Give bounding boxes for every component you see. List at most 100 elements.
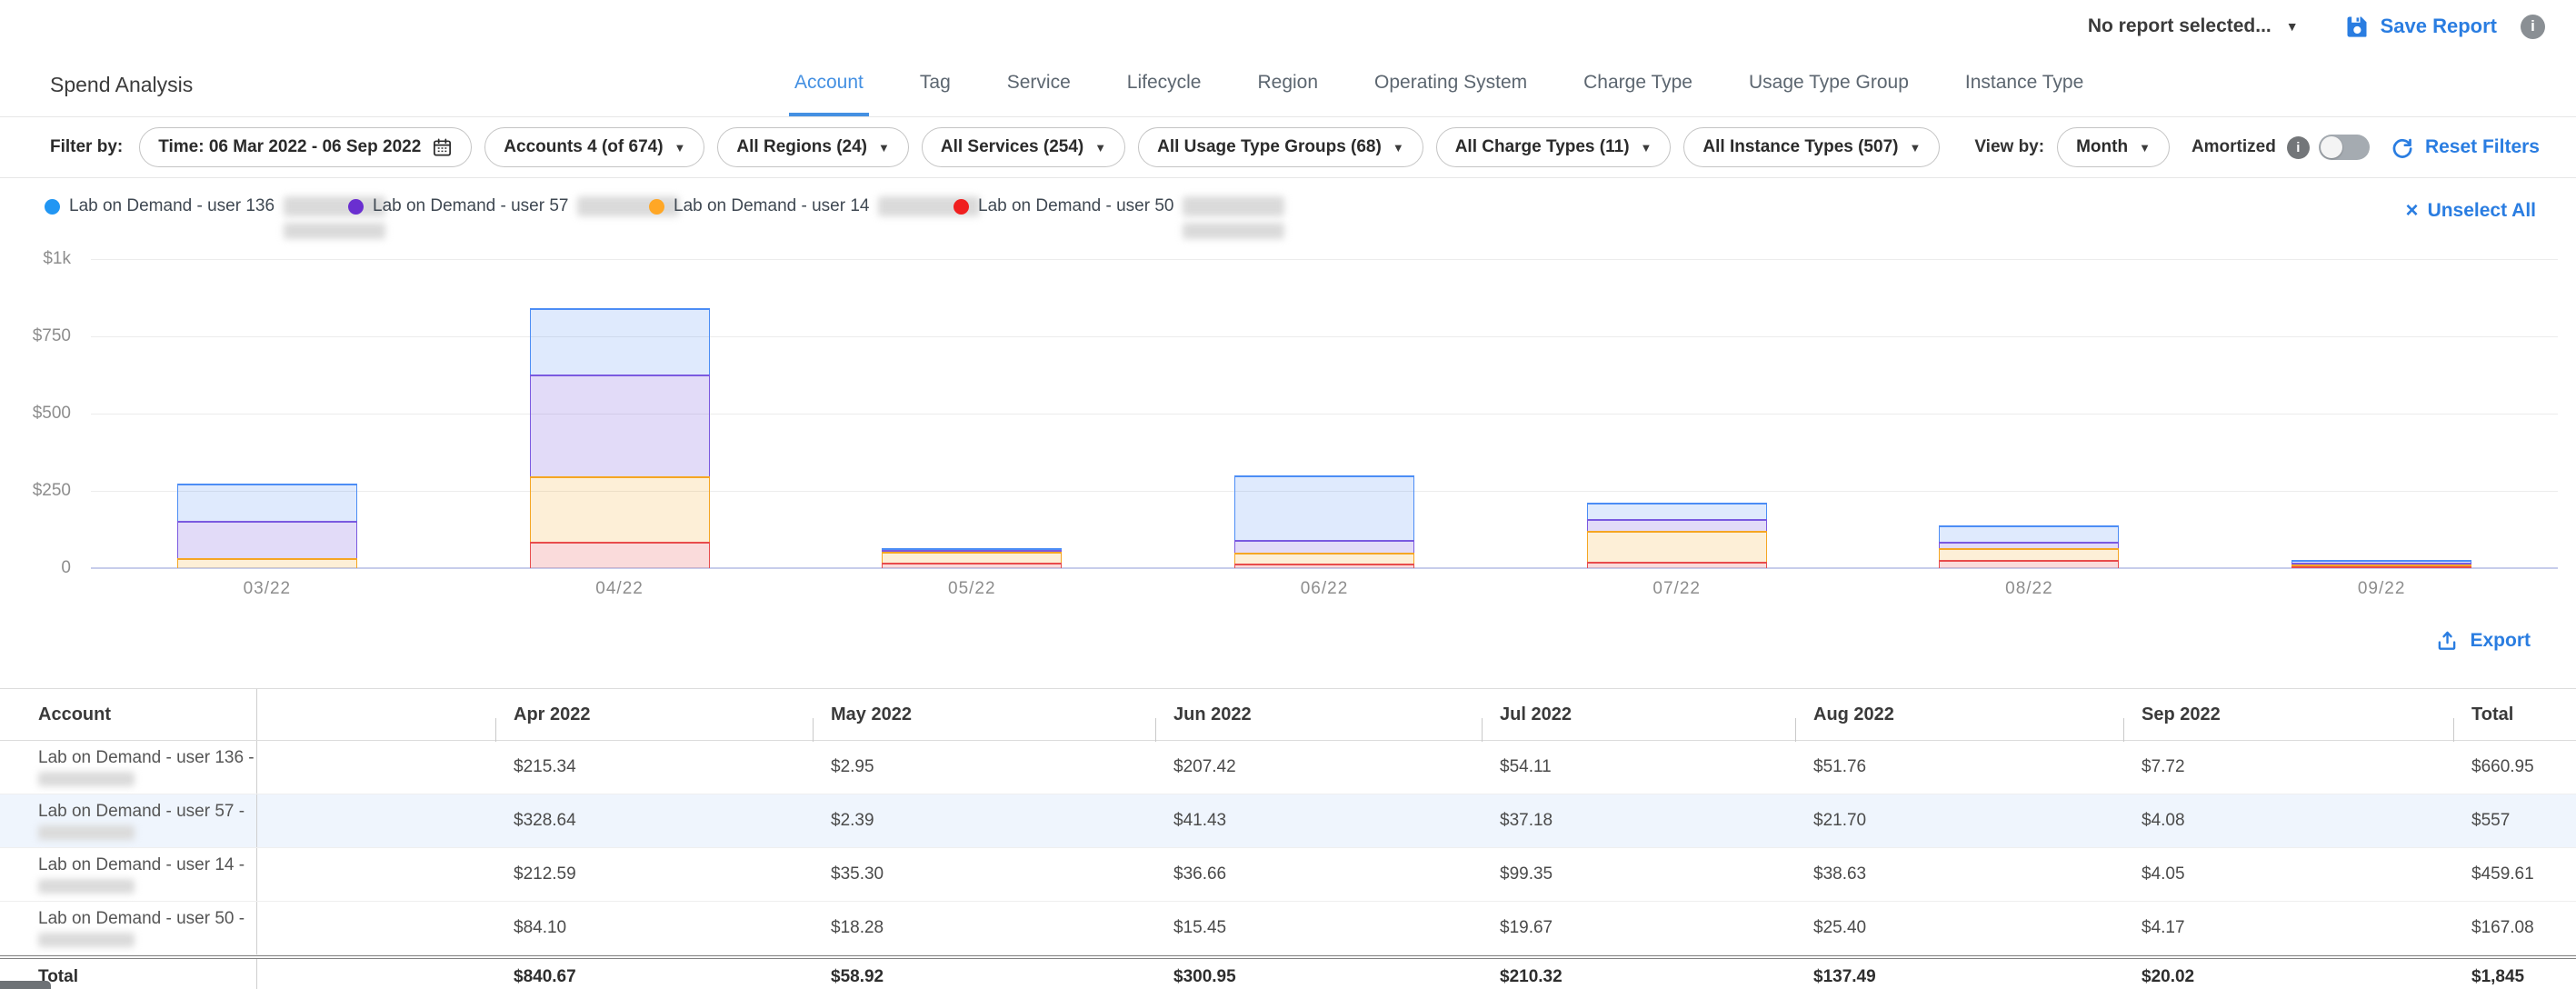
time-filter-value: Time: 06 Mar 2022 - 06 Sep 2022 <box>158 137 421 157</box>
bar-slot-03/22 <box>91 484 444 568</box>
legend-dot-icon <box>348 199 364 215</box>
filter-bar: Filter by: Time: 06 Mar 2022 - 06 Sep 20… <box>0 117 2576 178</box>
redacted-text <box>38 825 135 840</box>
row-total-cell: $167.08 <box>2453 918 2576 938</box>
stacked-bar-07/22[interactable] <box>1587 503 1767 568</box>
tab-charge-type[interactable]: Charge Type <box>1578 53 1698 116</box>
table-row: Lab on Demand - user 14 -$212.59$35.30$3… <box>0 848 2576 902</box>
chevron-down-icon: ▼ <box>2286 20 2299 33</box>
bar-slot-05/22 <box>795 548 1148 568</box>
bar-segment <box>1939 525 2119 542</box>
column-header-jun-2022: Jun 2022 <box>1155 704 1482 725</box>
filter-pill-all-instance-types-507-[interactable]: All Instance Types (507)▼ <box>1683 127 1940 167</box>
reset-filters-label: Reset Filters <box>2425 136 2540 158</box>
time-filter-pill[interactable]: Time: 06 Mar 2022 - 06 Sep 2022 <box>139 127 472 167</box>
account-cell: Lab on Demand - user 136 - <box>0 741 257 794</box>
value-cell: $15.45 <box>1155 918 1482 938</box>
stacked-bar-04/22[interactable] <box>530 308 710 568</box>
unselect-all-button[interactable]: × Unselect All <box>2406 200 2536 222</box>
filter-pill-all-charge-types-11-[interactable]: All Charge Types (11)▼ <box>1436 127 1672 167</box>
top-bar: No report selected... ▼ Save Report i <box>0 0 2576 53</box>
redacted-text <box>1183 196 1284 216</box>
bar-segment <box>1587 519 1767 531</box>
value-cell: $84.10 <box>495 918 813 938</box>
row-total-cell: $557 <box>2453 811 2576 831</box>
stacked-bar-08/22[interactable] <box>1939 525 2119 568</box>
x-axis-tick: 09/22 <box>2205 579 2558 599</box>
stacked-bar-06/22[interactable] <box>1234 475 1414 568</box>
legend-item-1[interactable]: Lab on Demand - user 136 <box>45 196 385 239</box>
bar-segment <box>882 552 1062 563</box>
tab-account[interactable]: Account <box>789 53 869 116</box>
save-report-button[interactable]: Save Report <box>2344 14 2497 39</box>
amortized-label: Amortized <box>2192 137 2276 157</box>
filter-pill-label: All Services (254) <box>941 137 1083 157</box>
report-selector-dropdown[interactable]: No report selected... ▼ <box>2088 15 2299 37</box>
bar-segment <box>177 484 357 521</box>
page-title: Spend Analysis <box>50 53 193 116</box>
filter-pill-all-usage-type-groups-68-[interactable]: All Usage Type Groups (68)▼ <box>1138 127 1423 167</box>
bar-segment <box>2291 566 2471 568</box>
account-name: Lab on Demand - user 14 - <box>38 855 256 875</box>
chevron-down-icon: ▼ <box>674 142 686 154</box>
toggle-knob <box>2321 136 2342 158</box>
tab-lifecycle[interactable]: Lifecycle <box>1122 53 1207 116</box>
value-cell: $4.08 <box>2123 811 2453 831</box>
filter-pill-all-services-254-[interactable]: All Services (254) ▼ <box>922 127 1125 167</box>
filter-pill-all-regions-24-[interactable]: All Regions (24)▼ <box>717 127 908 167</box>
table-row: Lab on Demand - user 57 -$328.64$2.39$41… <box>0 794 2576 848</box>
account-cell: Lab on Demand - user 57 - <box>0 794 257 847</box>
stacked-bar-05/22[interactable] <box>882 548 1062 568</box>
legend-item-3[interactable]: Lab on Demand - user 14 <box>649 196 980 216</box>
legend-dot-icon <box>649 199 664 215</box>
bar-segment <box>530 308 710 375</box>
tab-operating-system[interactable]: Operating System <box>1369 53 1533 116</box>
legend-dot-icon <box>954 199 969 215</box>
total-value-cell: $840.67 <box>495 967 813 987</box>
value-cell: $18.28 <box>813 918 1155 938</box>
value-cell: $4.17 <box>2123 918 2453 938</box>
value-cell: $54.11 <box>1482 757 1795 777</box>
value-cell: $328.64 <box>495 811 813 831</box>
value-cell: $2.39 <box>813 811 1155 831</box>
bar-segment <box>1939 542 2119 548</box>
legend-line: Lab on Demand - user 50 <box>954 196 1284 216</box>
redacted-text <box>38 933 135 947</box>
column-header-jul-2022: Jul 2022 <box>1482 704 1795 725</box>
legend-item-2[interactable]: Lab on Demand - user 57 <box>348 196 679 216</box>
chevron-down-icon: ▼ <box>1094 142 1106 154</box>
column-header-account: Account <box>0 689 257 740</box>
tab-tag[interactable]: Tag <box>914 53 956 116</box>
info-icon[interactable]: i <box>2521 15 2545 39</box>
legend-label: Lab on Demand - user 136 <box>69 196 275 216</box>
bar-segment <box>177 521 357 558</box>
tab-service[interactable]: Service <box>1002 53 1076 116</box>
chevron-down-icon: ▼ <box>1641 142 1652 154</box>
reset-filters-button[interactable]: Reset Filters <box>2390 135 2540 160</box>
stacked-bar-03/22[interactable] <box>177 484 357 568</box>
legend-line: Lab on Demand - user 57 <box>348 196 679 216</box>
view-by-dropdown[interactable]: Month ▼ <box>2057 127 2170 167</box>
tab-region[interactable]: Region <box>1252 53 1323 116</box>
bar-slot-04/22 <box>444 308 796 568</box>
close-icon: × <box>2406 200 2419 222</box>
chevron-down-icon: ▼ <box>1909 142 1921 154</box>
redacted-text <box>284 223 385 239</box>
value-cell: $19.67 <box>1482 918 1795 938</box>
value-cell: $207.42 <box>1155 757 1482 777</box>
tab-usage-type-group[interactable]: Usage Type Group <box>1743 53 1914 116</box>
amortized-toggle[interactable] <box>2319 135 2370 160</box>
amortized-info-icon[interactable]: i <box>2287 136 2310 159</box>
export-button[interactable]: Export <box>2435 629 2531 653</box>
bar-segment <box>530 542 710 568</box>
bar-segment <box>1587 531 1767 562</box>
save-icon <box>2344 14 2370 39</box>
column-header-sep-2022: Sep 2022 <box>2123 704 2453 725</box>
stacked-bar-09/22[interactable] <box>2291 560 2471 568</box>
save-report-label: Save Report <box>2381 15 2497 38</box>
value-cell: $51.76 <box>1795 757 2123 777</box>
legend-item-4[interactable]: Lab on Demand - user 50 <box>954 196 1284 239</box>
filter-pill-accounts-4-of-674-[interactable]: Accounts 4 (of 674)▼ <box>484 127 704 167</box>
tab-instance-type[interactable]: Instance Type <box>1960 53 2089 116</box>
bar-segment <box>1587 503 1767 519</box>
